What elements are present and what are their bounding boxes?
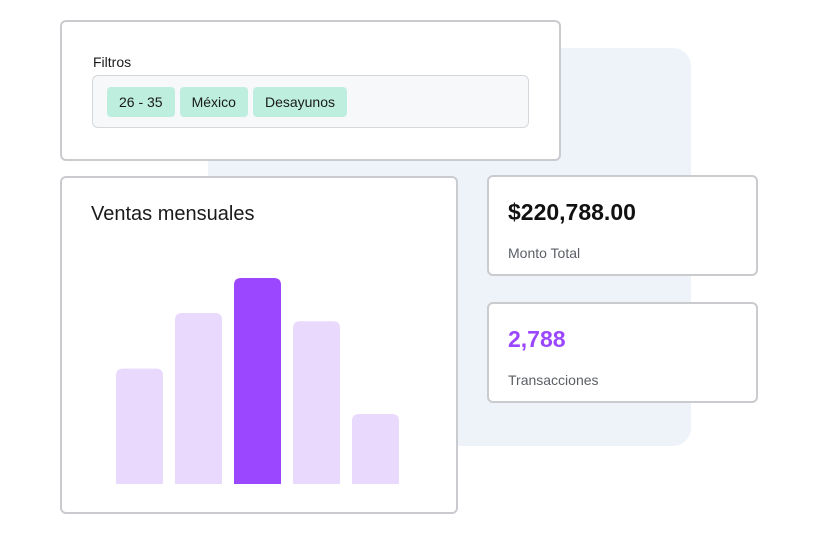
total-amount-label: Monto Total: [508, 245, 581, 261]
chart-bar-2: [175, 313, 222, 484]
chart-bar-1: [116, 368, 163, 484]
chart-bar-3: [234, 278, 281, 484]
filters-field[interactable]: 26 - 35 México Desayunos: [92, 75, 529, 128]
dashboard-illustration: Filtros 26 - 35 México Desayunos Ventas …: [0, 0, 818, 534]
bar-chart: [116, 278, 399, 484]
transactions-card: 2,788 Transacciones: [487, 302, 758, 403]
filter-chip-age[interactable]: 26 - 35: [107, 86, 175, 117]
total-amount-card: $220,788.00 Monto Total: [487, 175, 758, 276]
filters-card: Filtros 26 - 35 México Desayunos: [60, 20, 561, 161]
chart-bar-4: [293, 321, 340, 484]
transactions-value: 2,788: [508, 326, 566, 352]
total-amount-value: $220,788.00: [508, 199, 636, 225]
monthly-sales-chart-card: Ventas mensuales: [60, 176, 458, 514]
filter-chip-category[interactable]: Desayunos: [252, 86, 347, 117]
transactions-label: Transacciones: [508, 372, 599, 388]
filters-label: Filtros: [93, 54, 132, 70]
chart-bar-5: [352, 413, 399, 484]
filter-chip-country[interactable]: México: [179, 86, 248, 117]
